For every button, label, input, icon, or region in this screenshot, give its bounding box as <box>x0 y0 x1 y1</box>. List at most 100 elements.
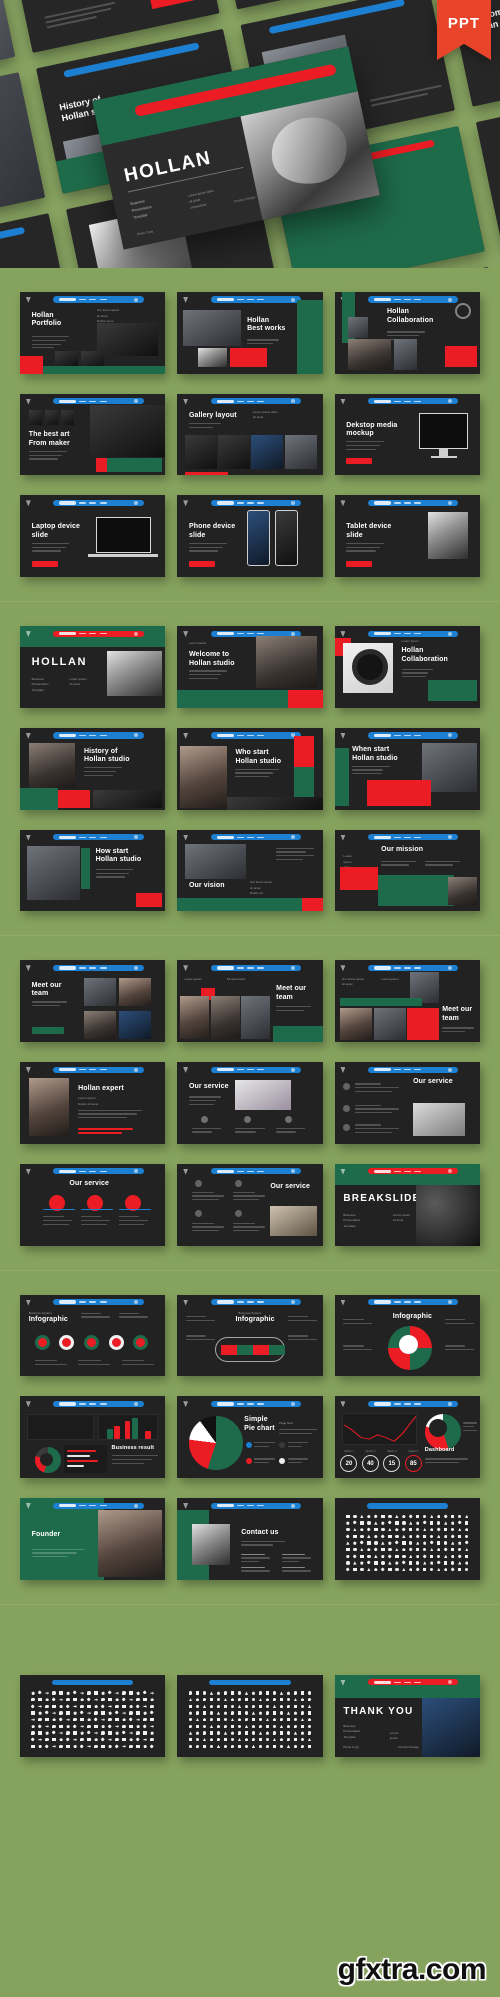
slide-navbar[interactable] <box>51 1679 134 1686</box>
slide-founder[interactable]: Founder <box>20 1498 166 1580</box>
slide-green-band <box>43 365 166 374</box>
slide-navbar[interactable] <box>368 630 459 637</box>
slide-tablet-device[interactable]: Tablet device slide <box>334 495 480 578</box>
slide-when-start-hollan-studio[interactable]: When start Hollan studio <box>334 727 480 810</box>
slide-meet-our-team-3[interactable]: Our lorem ipsum sit amet Lorem ipsum Mee… <box>334 960 480 1043</box>
slide-hollan-collaboration-2[interactable]: Lorem ipsum Hollan Collaboration <box>334 626 480 708</box>
slide-navbar[interactable] <box>53 964 144 972</box>
slide-how-start-hollan-studio[interactable]: How start Hollan studio <box>20 829 166 912</box>
slide-phone-device[interactable]: Phone device slide <box>177 495 323 578</box>
slide-navbar[interactable] <box>53 1066 144 1073</box>
slide-green-band <box>340 998 422 1007</box>
slide-our-service-1[interactable]: Our service <box>177 1062 323 1144</box>
slide-body-text <box>352 765 390 777</box>
slide-gallery-layout[interactable]: Gallery layout Lorem ipsum dolor sit ame… <box>177 393 323 476</box>
slide-hollan-portfolio[interactable]: Hollan Portfolio Our lorem ipsum sit ame… <box>20 292 166 374</box>
slide-our-vision[interactable]: Our vision Our lorem ipsum sit amet Dolo… <box>177 829 323 912</box>
slide-dashboard[interactable]: Dashboard Option 1 20 Option 2 40 Option… <box>334 1396 480 1479</box>
slide-our-mission[interactable]: Lorem ipsum dolor Our mission <box>334 829 480 912</box>
slide-hollan-cover[interactable]: HOLLAN Business Presentation Template Lo… <box>20 626 166 708</box>
slide-navbar[interactable] <box>53 1400 144 1407</box>
slide-navbar[interactable] <box>53 296 144 303</box>
slide-history-of-hollan-studio[interactable]: History of Hollan studio <box>20 727 166 810</box>
slide-navbar[interactable] <box>368 964 459 972</box>
slide-navbar[interactable] <box>368 1679 459 1686</box>
slide-desktop-media-mockup[interactable]: Dekstop media mockup <box>334 393 480 476</box>
slide-our-service-2[interactable]: Our service <box>334 1062 480 1144</box>
slide-icon-pack-2[interactable] <box>20 1674 166 1757</box>
slide-navbar[interactable] <box>209 1679 291 1686</box>
slide-navbar[interactable] <box>210 296 301 303</box>
slide-navbar[interactable] <box>368 834 459 841</box>
slide-navbar[interactable] <box>210 834 301 841</box>
slide-breakslide[interactable]: BREAKSLIDE Business Presentation Templat… <box>334 1163 480 1246</box>
slide-caption: Sit amet dolor <box>226 976 246 981</box>
icon-glyph <box>409 1567 413 1572</box>
slide-navbar[interactable] <box>53 499 144 507</box>
slide-body-text <box>276 1006 312 1013</box>
slide-the-best-art[interactable]: The best art From maker <box>20 393 166 476</box>
slide-cta-button[interactable] <box>188 560 216 568</box>
slide-icon-pack-1[interactable] <box>334 1498 480 1580</box>
slide-logo-icon <box>183 834 189 841</box>
slide-thank-you[interactable]: THANK YOU Business Presentation Template… <box>334 1674 480 1757</box>
slide-hollan-expert[interactable]: Hollan expert Lorem ipsum Dolore sit ame… <box>20 1062 166 1144</box>
slide-cta-button[interactable] <box>346 457 373 465</box>
slide-navbar[interactable] <box>210 1400 301 1407</box>
icon-glyph <box>108 1737 112 1742</box>
slide-navbar[interactable] <box>210 398 301 405</box>
slide-navbar[interactable] <box>210 1168 301 1175</box>
icon-glyph <box>373 1547 379 1553</box>
slide-our-service-3[interactable]: Our service <box>20 1163 166 1246</box>
slide-navbar[interactable] <box>53 630 144 637</box>
slide-infographic-2[interactable]: Business System Infographic <box>177 1294 323 1377</box>
team-photo <box>83 1011 116 1039</box>
icon-glyph <box>230 1704 235 1709</box>
slide-navbar[interactable] <box>368 296 459 303</box>
slide-hollan-best-works[interactable]: Hollan Best works <box>177 292 323 374</box>
slide-navbar[interactable] <box>210 1299 301 1306</box>
slide-our-service-4[interactable]: Our service <box>177 1163 323 1246</box>
slide-business-result[interactable]: Business result <box>20 1396 166 1479</box>
slide-meet-our-team-1[interactable]: Meet our team <box>20 960 166 1043</box>
slide-cta-button[interactable] <box>31 560 58 568</box>
slide-navbar[interactable] <box>53 1299 144 1306</box>
icon-glyph <box>59 1691 63 1695</box>
slide-navbar[interactable] <box>368 398 459 405</box>
slide-infographic-3[interactable]: Infographic <box>334 1294 480 1377</box>
slide-welcome-to-hollan-studio[interactable]: Lorem ipsum Welcome to Hollan studio <box>177 626 323 708</box>
slide-contact-us[interactable]: Contact us <box>177 1498 323 1580</box>
slide-navbar[interactable] <box>53 1168 144 1175</box>
slide-logo-icon <box>340 965 346 972</box>
slide-navbar[interactable] <box>368 1066 459 1073</box>
slide-infographic-1[interactable]: Business System Infographic <box>20 1294 166 1377</box>
slide-navbar[interactable] <box>366 1502 448 1509</box>
slide-hollan-collaboration[interactable]: Hollan Collaboration <box>334 292 480 374</box>
slide-navbar[interactable] <box>368 1400 459 1407</box>
slide-navbar[interactable] <box>368 1168 459 1175</box>
slide-cta-button[interactable] <box>31 1026 64 1034</box>
icon-glyph <box>251 1731 256 1735</box>
slide-navbar[interactable] <box>53 732 144 739</box>
slide-title: Hollan Collaboration <box>386 308 434 325</box>
slide-navbar[interactable] <box>210 1066 301 1073</box>
slide-cta-button[interactable] <box>346 560 373 568</box>
icon-glyph <box>402 1567 406 1572</box>
slide-meet-our-team-2[interactable]: Lorem ipsum Sit amet dolor Meet our team <box>177 960 323 1043</box>
slide-navbar[interactable] <box>368 499 459 507</box>
slide-navbar[interactable] <box>53 834 144 841</box>
slide-simple-pie-chart[interactable]: Simple Pie chart Page Next <box>177 1396 323 1479</box>
slide-laptop-device[interactable]: Laptop device slide <box>20 495 166 578</box>
slide-navbar[interactable] <box>368 732 459 739</box>
icon-glyph <box>272 1731 277 1735</box>
slide-who-start-hollan-studio[interactable]: Who start Hollan studio <box>177 727 323 810</box>
slide-navbar[interactable] <box>53 398 144 405</box>
slide-navbar[interactable] <box>210 964 301 972</box>
slide-navbar[interactable] <box>368 1299 459 1306</box>
slide-title: Tablet device slide <box>346 523 392 540</box>
slide-navbar[interactable] <box>53 1502 144 1509</box>
slide-navbar[interactable] <box>210 499 301 507</box>
slide-navbar[interactable] <box>210 1502 301 1509</box>
slide-navbar[interactable] <box>210 732 301 739</box>
slide-icon-pack-3[interactable] <box>177 1674 323 1757</box>
